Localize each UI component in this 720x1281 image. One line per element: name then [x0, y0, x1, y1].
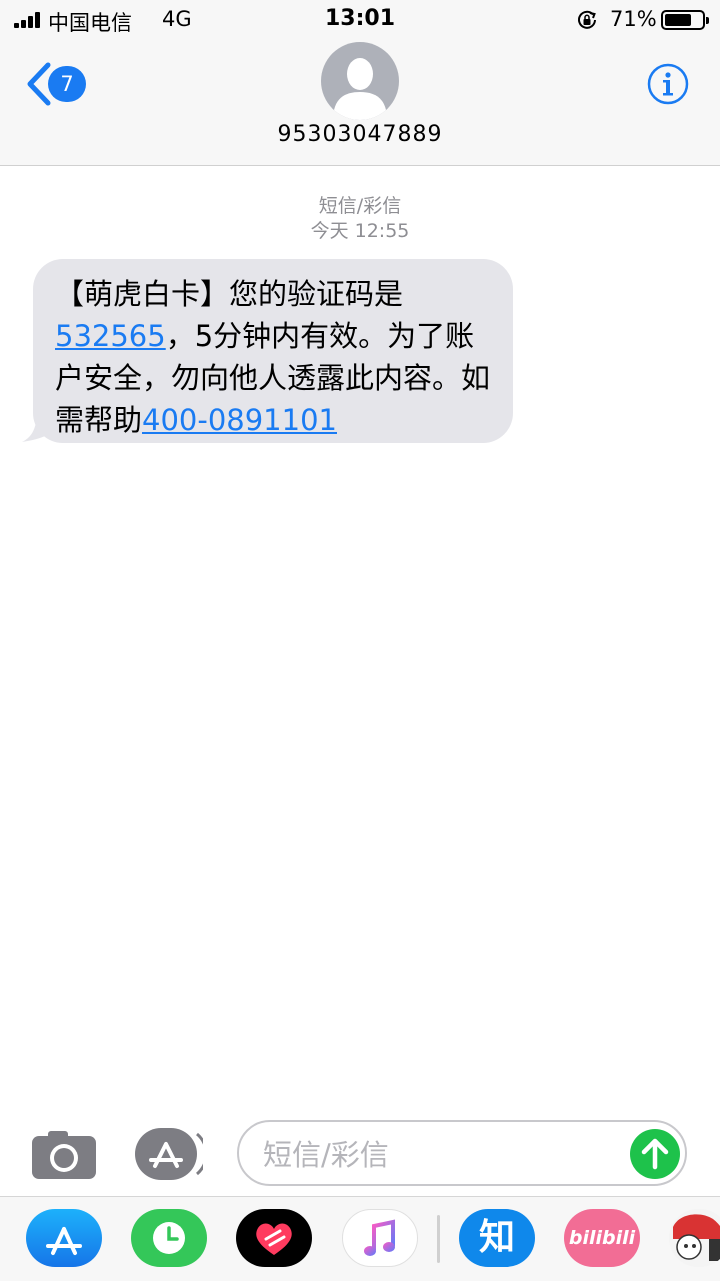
rotation-lock-icon [578, 10, 596, 29]
info-icon[interactable] [647, 63, 689, 105]
activity-clock-icon[interactable] [131, 1209, 207, 1267]
zhihu-icon[interactable]: 知 [459, 1209, 535, 1267]
heart-app-icon[interactable] [236, 1209, 312, 1267]
app-store-icon[interactable] [135, 1128, 203, 1180]
drawer-divider [437, 1215, 440, 1263]
battery-icon [661, 10, 709, 30]
send-button[interactable] [630, 1129, 680, 1179]
camera-icon[interactable] [32, 1129, 96, 1179]
phone-number-link[interactable]: 400-0891101 [142, 403, 337, 437]
message-type-label: 短信/彩信 [318, 195, 402, 217]
app-drawer: 知 bilibili [0, 1196, 720, 1281]
sticker-app-icon[interactable] [669, 1209, 720, 1267]
app-store-icon[interactable] [26, 1209, 102, 1267]
zhihu-label: 知 [478, 1217, 515, 1258]
message-bubble[interactable]: 【萌虎白卡】您的验证码是 532565，5分钟内有效。为了账户安全，勿向他人透露… [33, 259, 513, 443]
message-input[interactable] [261, 1134, 605, 1176]
message-text: 【萌虎白卡】您的验证码是 [55, 277, 404, 311]
contact-number[interactable]: 95303047889 [0, 122, 720, 147]
unread-count-badge[interactable]: 7 [48, 66, 86, 102]
message-timestamp: 今天 12:55 [310, 220, 410, 242]
message-input-field[interactable] [237, 1120, 687, 1186]
verification-code-link[interactable]: 532565 [55, 319, 166, 353]
avatar-icon[interactable] [321, 42, 399, 120]
conversation-header: 7 95303047889 [0, 40, 720, 166]
send-arrow-icon [641, 1138, 669, 1170]
battery-level [665, 14, 691, 26]
bilibili-label: bilibili [568, 1227, 636, 1249]
battery-percent: 71% [610, 7, 657, 31]
bilibili-icon[interactable]: bilibili [564, 1209, 640, 1267]
status-bar: 中国电信 4G 13:01 71% [0, 0, 720, 40]
music-note-icon[interactable] [342, 1209, 418, 1267]
